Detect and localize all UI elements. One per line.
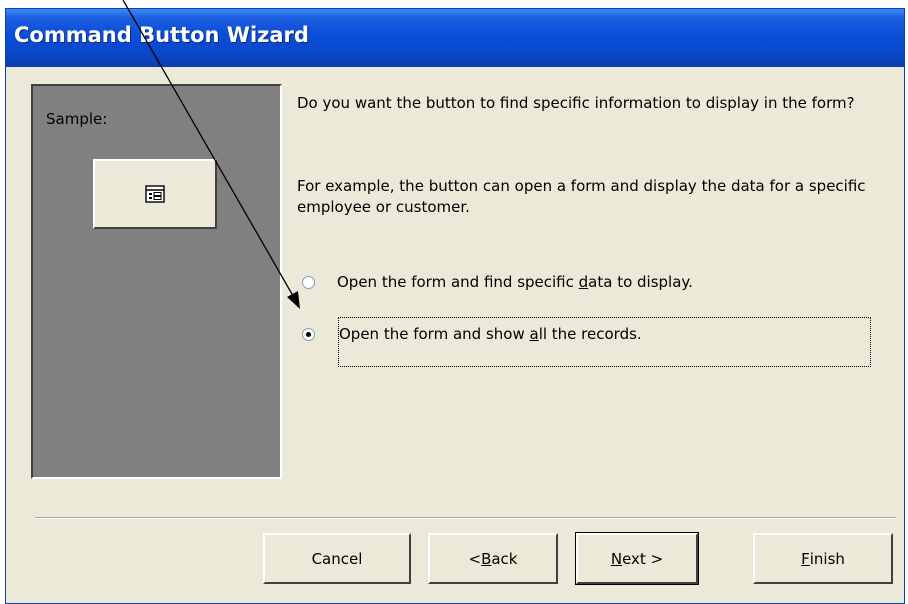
example-text: For example, the button can open a form … [297,177,866,216]
radio-find-specific-data[interactable] [302,275,315,289]
window-title: Command Button Wizard [14,23,309,47]
separator-highlight [35,518,896,519]
sample-label: Sample: [46,110,108,128]
form-icon [145,185,165,203]
sample-panel: Sample: [31,84,282,479]
cancel-button[interactable]: Cancel [263,533,411,584]
next-button[interactable]: Next > [575,532,699,585]
option-find-specific-data[interactable]: Open the form and find specific data to … [302,273,693,291]
radio-show-all-records[interactable] [302,327,315,341]
back-button[interactable]: < Back [428,533,558,584]
sample-button-preview [93,159,217,229]
finish-button[interactable]: Finish [753,533,893,584]
option-show-all-records[interactable]: Open the form and show all the records. [302,325,642,343]
question-text: Do you want the button to find specific … [297,94,855,112]
title-bar[interactable]: Command Button Wizard [6,9,904,67]
option-label-show-all-records[interactable]: Open the form and show all the records. [339,325,642,343]
option-label-find-specific-data[interactable]: Open the form and find specific data to … [337,273,693,291]
